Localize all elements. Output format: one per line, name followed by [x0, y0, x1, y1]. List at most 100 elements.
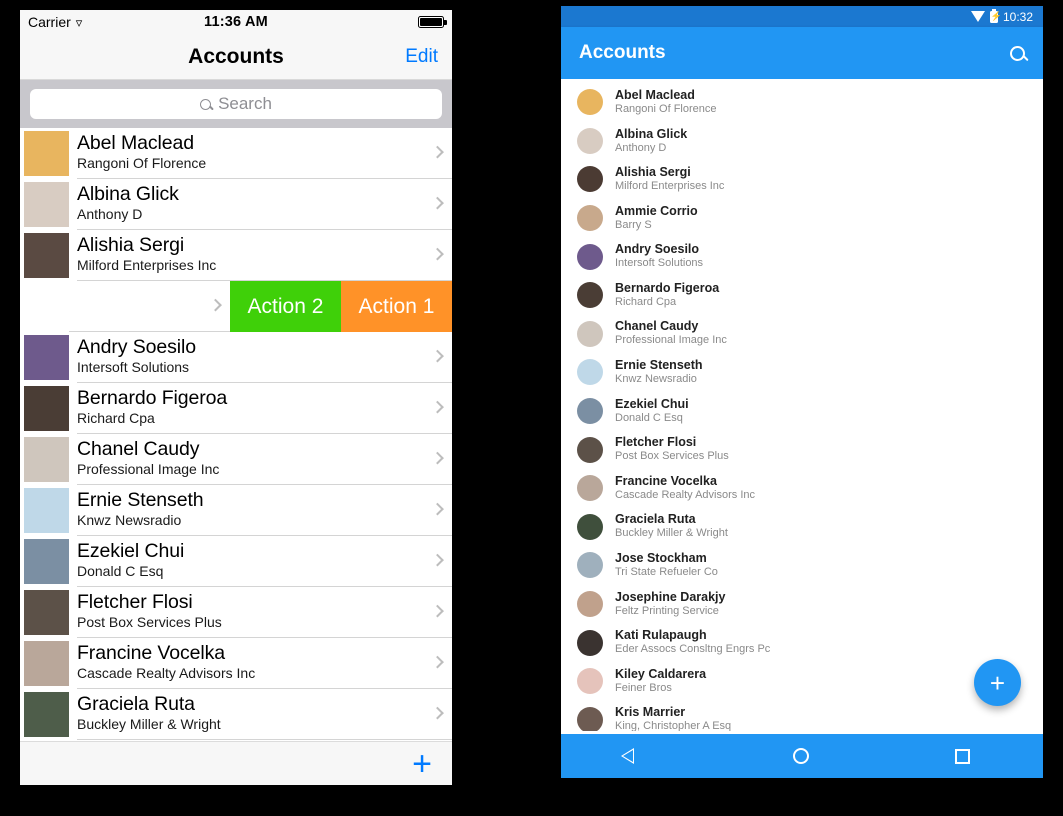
- list-item[interactable]: Kris Marrier King, Christopher A Esq: [561, 701, 1043, 731]
- list-item-text: Chanel Caudy Professional Image Inc: [615, 319, 727, 348]
- account-name: Kati Rulapaugh: [615, 628, 707, 643]
- back-triangle-icon[interactable]: [620, 747, 648, 765]
- list-item[interactable]: Alishia Sergi Milford Enterprises Inc: [561, 160, 1043, 199]
- list-item-text: Abel Maclead Rangoni Of Florence: [615, 88, 717, 117]
- account-name: Ezekiel Chui: [77, 540, 185, 563]
- table-row[interactable]: Abel Maclead Rangoni Of Florence: [20, 128, 452, 179]
- ios-status-left: Carrier ▿: [28, 14, 204, 30]
- account-company: Donald C Esq: [615, 411, 683, 424]
- ios-nav-bar: Accounts Edit: [20, 34, 452, 80]
- list-item[interactable]: Albina Glick Anthony D: [561, 122, 1043, 161]
- chevron-right-icon: [209, 298, 222, 312]
- avatar: [577, 243, 603, 270]
- account-company: Anthony D: [77, 206, 143, 223]
- search-input[interactable]: Search: [30, 89, 442, 119]
- list-item[interactable]: Andry Soesilo Intersoft Solutions: [561, 237, 1043, 276]
- list-item[interactable]: Josephine Darakjy Feltz Printing Service: [561, 585, 1043, 624]
- row-content: Fletcher Flosi Post Box Services Plus: [77, 587, 452, 638]
- table-row[interactable]: Chanel Caudy Professional Image Inc: [20, 434, 452, 485]
- table-row[interactable]: Fletcher Flosi Post Box Services Plus: [20, 587, 452, 638]
- wifi-icon: ▿: [75, 14, 83, 30]
- avatar: [24, 692, 69, 737]
- list-item[interactable]: Francine Vocelka Cascade Realty Advisors …: [561, 469, 1043, 508]
- battery-full-icon: [418, 16, 447, 28]
- android-nav-bar: [561, 734, 1043, 778]
- list-item-text: Alishia Sergi Milford Enterprises Inc: [615, 165, 724, 194]
- swipe-actions: Action 2 Action 1: [230, 281, 452, 332]
- table-row[interactable]: Ezekiel Chui Donald C Esq: [20, 536, 452, 587]
- avatar: [24, 590, 69, 635]
- list-item-text: Josephine Darakjy Feltz Printing Service: [615, 590, 725, 619]
- list-item[interactable]: Fletcher Flosi Post Box Services Plus: [561, 430, 1043, 469]
- chevron-right-icon: [431, 145, 444, 159]
- wifi-icon: [970, 11, 985, 22]
- account-company: Barry S: [615, 218, 652, 231]
- table-row[interactable]: Action 2 Action 1: [20, 281, 452, 332]
- account-company: Rangoni Of Florence: [615, 102, 717, 115]
- list-item[interactable]: Abel Maclead Rangoni Of Florence: [561, 83, 1043, 122]
- avatar: [24, 386, 69, 431]
- row-content: Bernardo Figeroa Richard Cpa: [77, 383, 452, 434]
- list-item[interactable]: Jose Stockham Tri State Refueler Co: [561, 546, 1043, 585]
- account-name: Graciela Ruta: [77, 693, 195, 716]
- android-account-list[interactable]: Abel Maclead Rangoni Of Florence Albina Gl…: [561, 79, 1043, 731]
- list-item-text: Francine Vocelka Cascade Realty Advisors …: [615, 474, 755, 503]
- swiped-row-body[interactable]: [69, 281, 230, 332]
- account-name: Abel Maclead: [615, 87, 695, 102]
- account-company: Intersoft Solutions: [77, 359, 190, 376]
- account-company: Buckley Miller & Wright: [615, 527, 728, 540]
- android-clock: 10:32: [1002, 9, 1033, 24]
- chevron-right-icon: [431, 502, 444, 516]
- table-row[interactable]: Bernardo Figeroa Richard Cpa: [20, 383, 452, 434]
- table-row[interactable]: Albina Glick Anthony D: [20, 179, 452, 230]
- account-name: Alishia Sergi: [615, 165, 691, 180]
- account-name: Jose Stockham: [615, 551, 707, 566]
- account-company: Eder Assocs Consltng Engrs Pc: [615, 643, 771, 656]
- android-app-bar: Accounts: [561, 27, 1043, 79]
- list-item-text: Andry Soesilo Intersoft Solutions: [615, 242, 703, 271]
- search-icon[interactable]: [1010, 45, 1025, 61]
- avatar: [577, 436, 603, 463]
- list-item[interactable]: Chanel Caudy Professional Image Inc: [561, 315, 1043, 354]
- home-circle-icon[interactable]: [793, 748, 810, 764]
- list-item[interactable]: Kiley Caldarera Feiner Bros: [561, 662, 1043, 701]
- list-item[interactable]: Ammie Corrio Barry S: [561, 199, 1043, 238]
- avatar: [577, 668, 603, 695]
- add-account-button[interactable]: +: [412, 747, 432, 781]
- avatar: [24, 233, 69, 278]
- table-row[interactable]: Alishia Sergi Milford Enterprises Inc: [20, 230, 452, 281]
- ios-phone-frame: Carrier ▿ 11:36 AM Accounts Edit Search …: [20, 10, 452, 785]
- list-item[interactable]: Bernardo Figeroa Richard Cpa: [561, 276, 1043, 315]
- table-row[interactable]: Ernie Stenseth Knwz Newsradio: [20, 485, 452, 536]
- avatar: [577, 706, 603, 731]
- list-item-text: Kati Rulapaugh Eder Assocs Consltng Engrs…: [615, 628, 770, 657]
- avatar: [24, 131, 69, 176]
- swipe-action-button-2[interactable]: Action 1: [341, 281, 452, 332]
- list-item[interactable]: Ernie Stenseth Knwz Newsradio: [561, 353, 1043, 392]
- account-company: Buckley Miller & Wright: [77, 716, 221, 733]
- carrier-label: Carrier: [28, 14, 71, 30]
- recents-square-icon[interactable]: [955, 748, 971, 764]
- list-item[interactable]: Kati Rulapaugh Eder Assocs Consltng Engrs…: [561, 623, 1043, 662]
- ios-account-list[interactable]: Abel Maclead Rangoni Of Florence Albina Gl…: [20, 128, 452, 740]
- account-company: Cascade Realty Advisors Inc: [77, 665, 256, 682]
- table-row[interactable]: Andry Soesilo Intersoft Solutions: [20, 332, 452, 383]
- android-phone-frame: 10:32 Accounts Abel MacleadRangoni Of Fl…: [561, 6, 1043, 778]
- table-row[interactable]: Francine Vocelka Cascade Realty Advisors …: [20, 638, 452, 689]
- avatar: [577, 475, 603, 502]
- table-row[interactable]: Graciela Ruta Buckley Miller & Wright: [20, 689, 452, 740]
- account-name: Bernardo Figeroa: [77, 387, 228, 410]
- avatar: [577, 205, 603, 232]
- battery-charging-icon: [989, 8, 1002, 23]
- chevron-right-icon: [431, 655, 444, 669]
- edit-button[interactable]: Edit: [405, 46, 438, 68]
- list-item[interactable]: Graciela Ruta Buckley Miller & Wright: [561, 508, 1043, 547]
- chevron-right-icon: [431, 553, 444, 567]
- list-item[interactable]: Ezekiel Chui Donald C Esq: [561, 392, 1043, 431]
- chevron-right-icon: [431, 349, 444, 363]
- account-company: Knwz Newsradio: [615, 373, 697, 386]
- add-account-fab[interactable]: +: [974, 659, 1021, 706]
- swipe-action-button-1[interactable]: Action 2: [230, 281, 341, 332]
- account-company: Milford Enterprises Inc: [77, 257, 217, 274]
- account-company: Post Box Services Plus: [615, 450, 729, 463]
